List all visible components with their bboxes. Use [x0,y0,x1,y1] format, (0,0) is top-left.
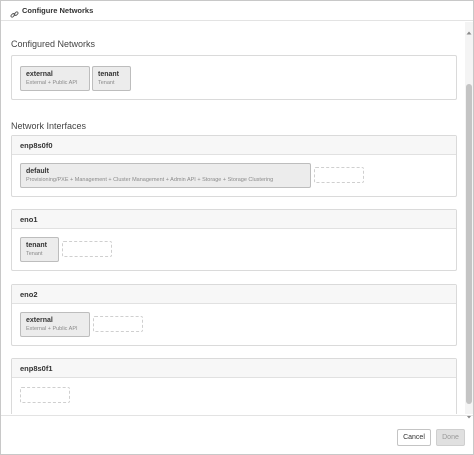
chip-name: external [26,71,53,78]
chip-name: tenant [26,242,47,249]
done-button[interactable]: Done [436,429,465,446]
cancel-button[interactable]: Cancel [397,429,431,446]
configured-networks-panel: external External + Public API tenant Te… [11,55,457,100]
chip-description: Tenant [26,251,43,257]
chip-description: External + Public API [26,80,78,86]
vertical-scrollbar[interactable] [465,22,473,419]
network-chip-external[interactable]: external External + Public API [20,66,90,91]
scrollbar-thumb[interactable] [466,84,472,404]
drop-zone[interactable] [62,241,112,257]
scroll-up-icon[interactable] [466,23,472,35]
network-interfaces-heading: Network Interfaces [11,121,87,131]
chip-description: Tenant [98,80,115,86]
link-icon [10,6,19,18]
network-chip-external[interactable]: external External + Public API [20,312,90,337]
interface-name: enp8s0f1 [12,359,456,378]
chip-description: Provisioning/PXE + Management + Cluster … [26,177,274,183]
dialog-footer: Cancel Done [1,415,473,455]
scroll-down-icon[interactable] [466,407,472,419]
interface-panel-eno2: eno2 external External + Public API [11,284,457,346]
chip-name: tenant [98,71,119,78]
interface-panel-enp8s0f1: enp8s0f1 [11,358,457,414]
network-chip-default[interactable]: default Provisioning/PXE + Management + … [20,163,311,188]
chip-description: External + Public API [26,326,78,332]
configure-networks-dialog: Configure Networks Configured Networks e… [0,0,474,455]
drop-zone[interactable] [20,387,70,403]
drop-zone[interactable] [93,316,143,332]
chip-name: external [26,317,53,324]
interface-panel-enp8s0f0: enp8s0f0 default Provisioning/PXE + Mana… [11,135,457,197]
chip-name: default [26,168,49,175]
interface-name: eno2 [12,285,456,304]
interface-name: eno1 [12,210,456,229]
dialog-title: Configure Networks [22,6,94,15]
dialog-header: Configure Networks [1,1,473,21]
network-chip-tenant[interactable]: tenant Tenant [92,66,131,91]
interface-name: enp8s0f0 [12,136,456,155]
network-chip-tenant[interactable]: tenant Tenant [20,237,59,262]
interface-panel-eno1: eno1 tenant Tenant [11,209,457,271]
configured-networks-heading: Configured Networks [11,39,96,49]
dialog-body: Configured Networks external External + … [1,22,465,414]
drop-zone[interactable] [314,167,364,183]
